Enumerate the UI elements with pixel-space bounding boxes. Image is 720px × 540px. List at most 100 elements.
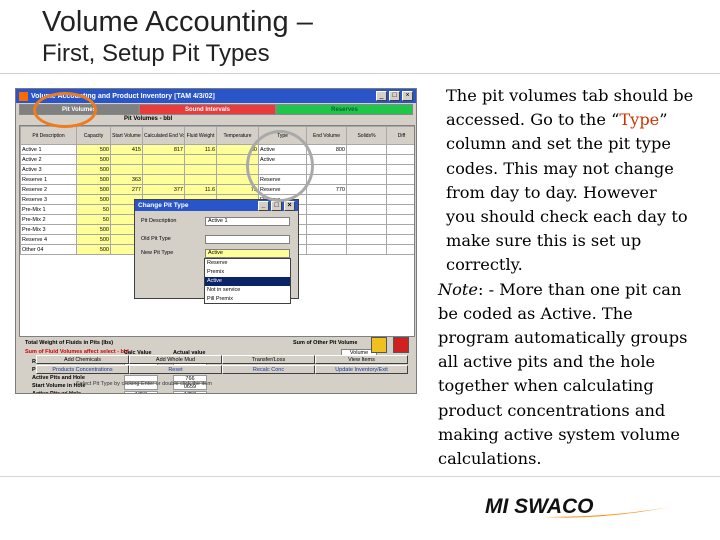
grid-cell-empty[interactable] [386,144,414,155]
tab-reserves[interactable]: Reserves [276,104,413,115]
grid-cell-name[interactable]: Active 3 [20,164,77,175]
grid-cell-weight[interactable] [184,164,217,175]
grid-cell-calc[interactable] [142,164,185,175]
grid-cell-end[interactable] [306,204,347,215]
grid-cell-weight[interactable] [184,174,217,185]
view-items-button[interactable]: View Items [315,355,408,364]
reset-button[interactable]: Reset [129,365,222,374]
dialog-close-icon[interactable]: × [284,200,295,211]
transfer-loss-button[interactable]: Transfer/Loss [222,355,315,364]
grid-cell-calc[interactable]: 377 [142,184,185,195]
grid-cell-capacity[interactable]: 50 [76,214,111,225]
minimize-icon[interactable]: _ [376,91,387,101]
grid-column-header[interactable]: End Volume [306,126,347,145]
grid-cell-name[interactable]: Reserve 1 [20,174,77,185]
grid-cell-start[interactable]: 277 [110,184,143,195]
maximize-icon[interactable]: □ [389,91,400,101]
grid-cell-capacity[interactable]: 500 [76,164,111,175]
grid-column-header[interactable]: Start Volume [110,126,143,145]
option-premix[interactable]: Premix [205,268,290,277]
grid-cell-end[interactable]: 800 [306,144,347,155]
pit-description-field[interactable]: Active 1 [205,217,290,226]
grid-cell-end[interactable] [306,194,347,205]
tab-sound-intervals[interactable]: Sound Intervals [139,104,276,115]
grid-cell-start[interactable]: 415 [110,144,143,155]
exit-icon[interactable] [393,337,409,353]
grid-cell-empty[interactable] [346,184,387,195]
grid-cell-empty[interactable] [386,194,414,205]
grid-cell-name[interactable]: Pre-Mix 2 [20,214,77,225]
grid-cell-capacity[interactable]: 50 [76,204,111,215]
grid-column-header[interactable]: Fluid Weight [184,126,217,145]
grid-cell-empty[interactable] [346,214,387,225]
old-pit-type-field[interactable] [205,235,290,244]
grid-cell-empty[interactable] [346,204,387,215]
table-row[interactable]: Active 1 500 415 817 11.6 80 Active 800 [20,144,414,155]
grid-column-header[interactable]: Pit Description [20,126,77,145]
grid-cell-weight[interactable]: 11.6 [184,144,217,155]
grid-cell-empty[interactable] [346,154,387,165]
grid-cell-capacity[interactable]: 500 [76,154,111,165]
grid-column-header[interactable]: Calculated End Vol. [142,126,185,145]
grid-cell-empty[interactable] [346,244,387,255]
grid-cell-capacity[interactable]: 500 [76,244,111,255]
form-icon[interactable] [371,337,387,353]
grid-cell-end[interactable] [306,244,347,255]
grid-cell-empty[interactable] [346,174,387,185]
grid-cell-capacity[interactable]: 500 [76,234,111,245]
grid-cell-end[interactable]: 770 [306,184,347,195]
grid-cell-name[interactable]: Pre-Mix 1 [20,204,77,215]
grid-cell-empty[interactable] [346,224,387,235]
grid-cell-start[interactable]: 363 [110,174,143,185]
products-concentrations-button[interactable]: Products Concentrations [36,365,129,374]
option-reserve[interactable]: Reserve [205,259,290,268]
dialog-maximize-icon[interactable]: □ [271,200,282,211]
grid-cell-end[interactable] [306,224,347,235]
grid-cell-start[interactable] [110,164,143,175]
table-row[interactable]: Reserve 2 500 277 377 11.6 75 Reserve 770 [20,184,414,195]
dialog-minimize-icon[interactable]: _ [258,200,269,211]
grid-cell-weight[interactable]: 11.6 [184,184,217,195]
grid-cell-calc[interactable] [142,154,185,165]
grid-column-header[interactable]: Capacity [76,126,111,145]
grid-cell-weight[interactable] [184,154,217,165]
grid-cell-name[interactable]: Active 1 [20,144,77,155]
grid-cell-name[interactable]: Pre-Mix 3 [20,224,77,235]
grid-cell-capacity[interactable]: 500 [76,174,111,185]
grid-cell-empty[interactable] [346,194,387,205]
grid-cell-empty[interactable] [386,204,414,215]
grid-cell-empty[interactable] [346,144,387,155]
grid-cell-calc[interactable]: 817 [142,144,185,155]
table-row[interactable]: Active 2 500 Active [20,154,414,165]
grid-cell-empty[interactable] [386,174,414,185]
option-active[interactable]: Active [205,277,290,286]
grid-cell-name[interactable]: Reserve 2 [20,184,77,195]
option-pill-premix[interactable]: Pill Premix [205,295,290,304]
grid-column-header[interactable]: Solids% [346,126,387,145]
grid-cell-name[interactable]: Reserve 3 [20,194,77,205]
grid-cell-empty[interactable] [386,234,414,245]
grid-cell-empty[interactable] [386,224,414,235]
grid-cell-capacity[interactable]: 500 [76,194,111,205]
grid-cell-capacity[interactable]: 500 [76,144,111,155]
grid-cell-calc[interactable] [142,174,185,185]
grid-cell-empty[interactable] [346,164,387,175]
grid-cell-empty[interactable] [346,234,387,245]
grid-cell-empty[interactable] [386,214,414,225]
grid-cell-empty[interactable] [386,244,414,255]
grid-cell-name[interactable]: Other 04 [20,244,77,255]
grid-cell-capacity[interactable]: 500 [76,224,111,235]
grid-column-header[interactable]: Diff [386,126,414,145]
update-inventory-exit-button[interactable]: Update Inventory/Exit [315,365,408,374]
grid-cell-empty[interactable] [386,164,414,175]
grid-cell-name[interactable]: Active 2 [20,154,77,165]
table-row[interactable]: Active 3 500 [20,164,414,175]
grid-cell-capacity[interactable]: 500 [76,184,111,195]
grid-cell-end[interactable] [306,214,347,225]
add-whole-mud-button[interactable]: Add Whole Mud [129,355,222,364]
grid-cell-name[interactable]: Reserve 4 [20,234,77,245]
new-pit-type-select[interactable]: Active [205,249,290,258]
grid-cell-empty[interactable] [386,184,414,195]
add-chemicals-button[interactable]: Add Chemicals [36,355,129,364]
recalc-conc-button[interactable]: Recalc Conc [222,365,315,374]
